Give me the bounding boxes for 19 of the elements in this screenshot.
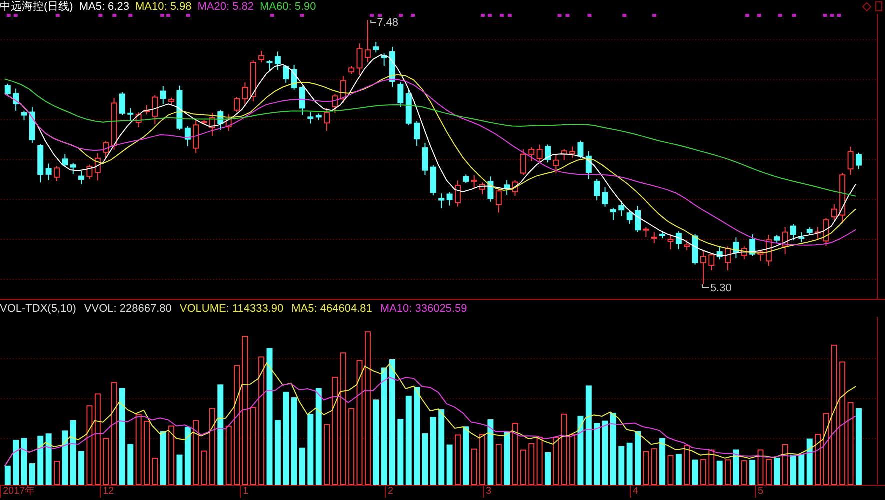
- indicator-label: VOLUME: 114333.90: [180, 302, 284, 315]
- date-label: 12: [100, 486, 114, 498]
- date-label: 4: [630, 486, 639, 498]
- date-label: 5: [755, 486, 764, 498]
- indicator-label: MA60: 5.90: [260, 0, 316, 13]
- date-label: 3: [483, 486, 492, 498]
- date-label: 1: [240, 486, 249, 498]
- chart-title: 中远海控(日线): [0, 0, 74, 13]
- indicator-label: VVOL: 228667.80: [84, 302, 172, 315]
- indicator-label: MA20: 5.82: [198, 0, 254, 13]
- date-label: 2: [385, 486, 394, 498]
- indicator-label: MA10: 5.98: [135, 0, 192, 13]
- indicator-label: MA5: 464604.81: [292, 302, 372, 315]
- price-label: 5.30: [710, 282, 732, 294]
- indicator-label: VOL-TDX(5,10): [0, 302, 76, 315]
- indicator-label: MA5: 6.23: [79, 0, 130, 13]
- date-label: 2017年: [0, 486, 36, 498]
- price-label: 7.48: [377, 16, 398, 29]
- indicator-label: MA10: 336025.59: [380, 302, 468, 315]
